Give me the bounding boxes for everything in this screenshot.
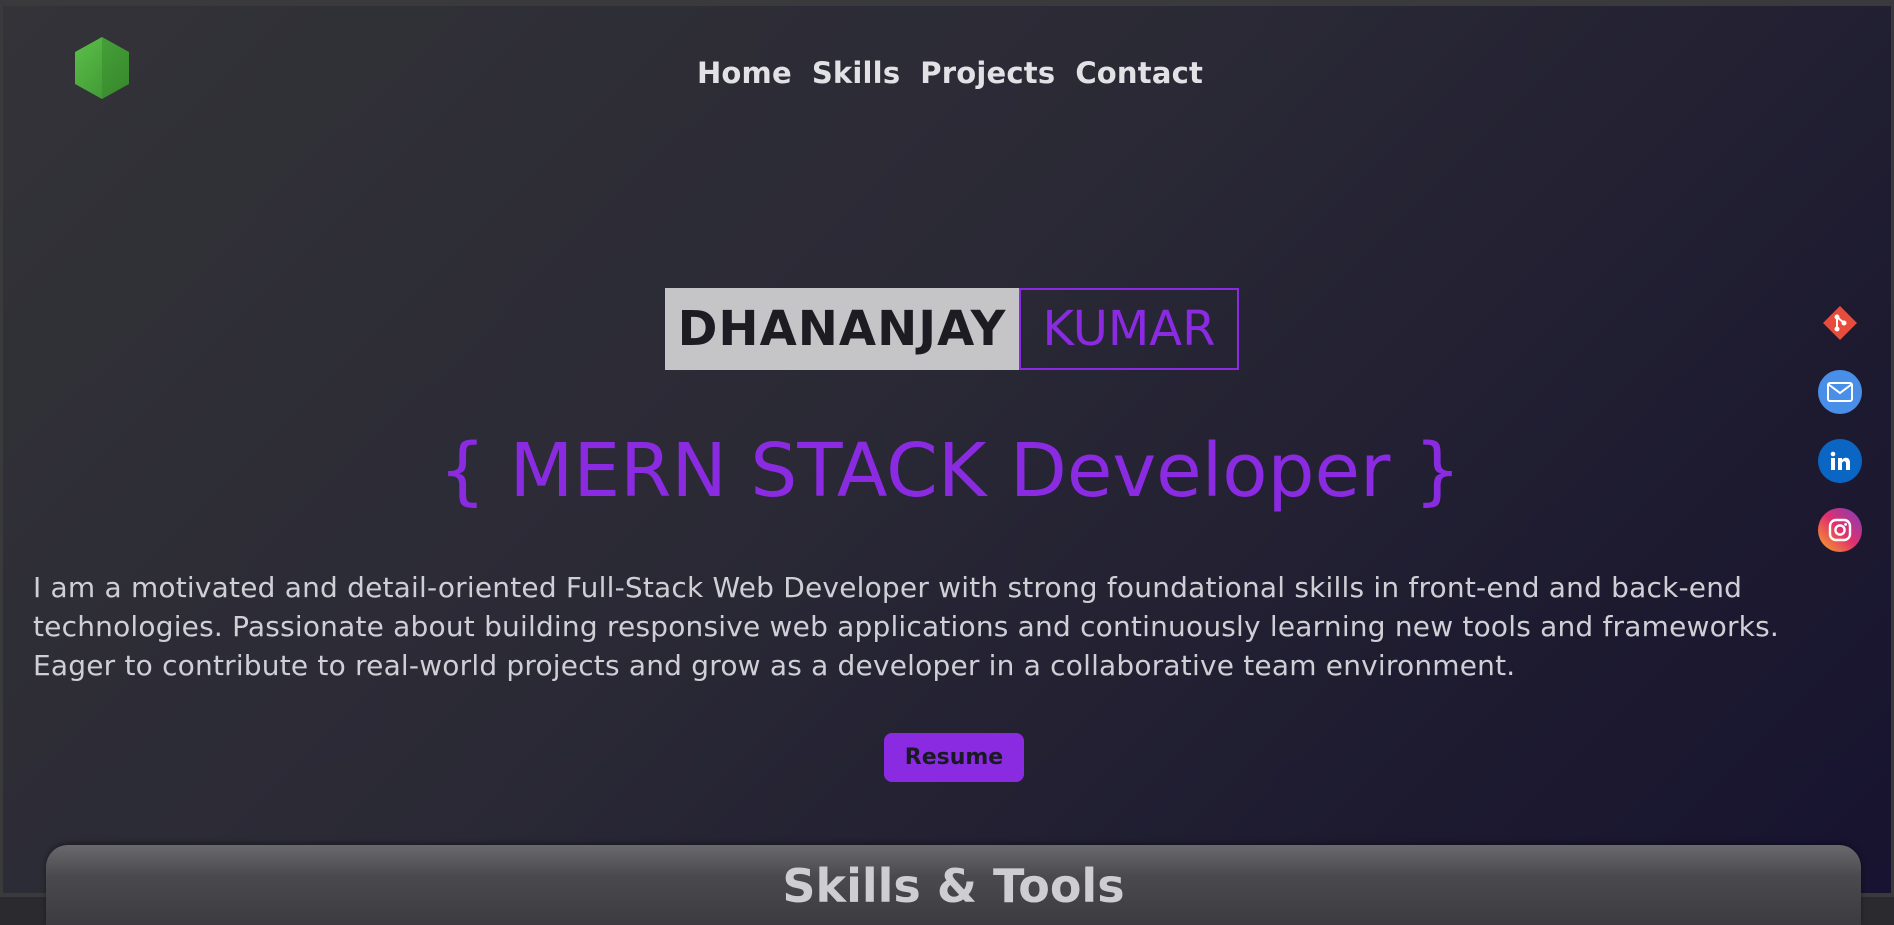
instagram-icon[interactable] — [1818, 508, 1862, 552]
role-title: { MERN STACK Developer } — [438, 428, 1462, 514]
bio-paragraph: I am a motivated and detail-oriented Ful… — [33, 571, 1779, 682]
nav-home[interactable]: Home — [697, 56, 792, 90]
nav-contact[interactable]: Contact — [1075, 56, 1203, 90]
skills-section: Skills & Tools — [46, 845, 1861, 925]
skills-title: Skills & Tools — [782, 859, 1125, 913]
main-nav: Home Skills Projects Contact — [3, 56, 1894, 90]
git-icon[interactable] — [1818, 301, 1862, 345]
page-background: Home Skills Projects Contact DHANANJAY K… — [0, 0, 1894, 925]
resume-button[interactable]: Resume — [884, 733, 1024, 782]
nav-skills[interactable]: Skills — [812, 56, 900, 90]
first-name: DHANANJAY — [665, 288, 1019, 370]
name-banner: DHANANJAY KUMAR — [665, 288, 1239, 370]
last-name: KUMAR — [1019, 288, 1239, 370]
nav-projects[interactable]: Projects — [920, 56, 1055, 90]
social-links — [1818, 301, 1862, 577]
mail-icon[interactable] — [1818, 370, 1862, 414]
linkedin-icon[interactable] — [1818, 439, 1862, 483]
